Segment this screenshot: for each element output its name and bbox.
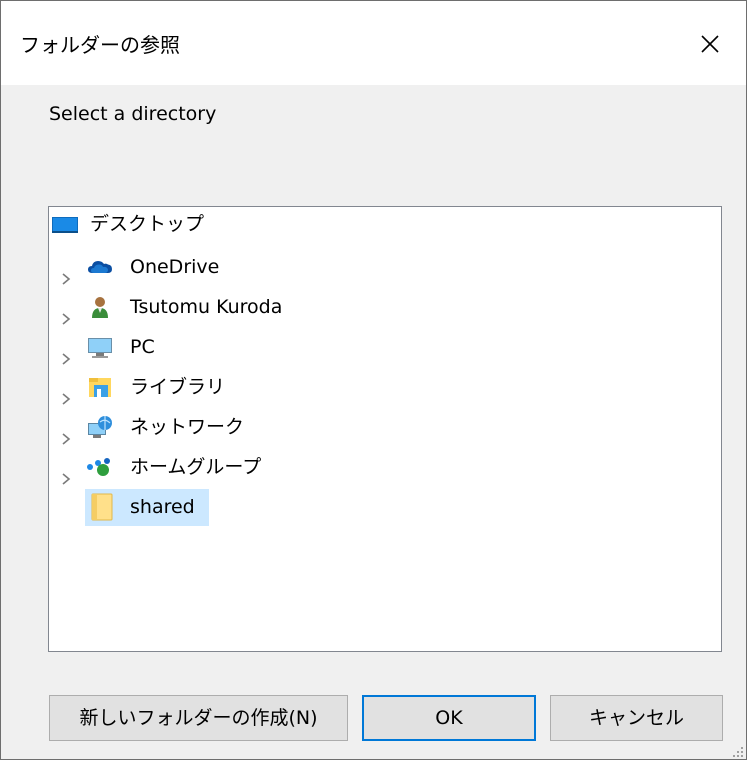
network-icon	[87, 415, 112, 439]
tree-item-label: Tsutomu Kuroda	[130, 296, 283, 318]
expand-chevron-icon[interactable]	[61, 342, 71, 365]
cancel-button[interactable]: キャンセル	[550, 695, 723, 741]
library-icon	[88, 375, 112, 399]
folder-browse-dialog: フォルダーの参照 Select a directory デスクトップ OneDr…	[0, 0, 747, 760]
expand-chevron-icon[interactable]	[61, 422, 71, 445]
tree-item-label: OneDrive	[130, 256, 220, 278]
homegroup-icon	[86, 455, 110, 479]
folder-icon	[91, 493, 113, 521]
dialog-description: Select a directory	[49, 103, 217, 125]
tree-item-homegroup[interactable]: ホームグループ	[49, 450, 289, 485]
computer-icon	[87, 335, 112, 359]
tree-item-desktop[interactable]: デスクトップ	[50, 207, 250, 241]
tree-item-label: shared	[130, 496, 195, 518]
tree-item-label: ホームグループ	[130, 456, 262, 478]
tree-item-pc[interactable]: PC	[49, 330, 189, 365]
ok-button[interactable]: OK	[362, 695, 536, 741]
close-icon	[701, 35, 719, 53]
close-button[interactable]	[676, 1, 746, 85]
tree-item-label: ネットワーク	[130, 416, 245, 438]
tree-item-label: デスクトップ	[90, 213, 205, 235]
tree-item-network[interactable]: ネットワーク	[49, 410, 259, 445]
tree-item-onedrive[interactable]: OneDrive	[49, 250, 269, 285]
expand-chevron-icon[interactable]	[61, 302, 71, 325]
title-bar: フォルダーの参照	[1, 1, 746, 85]
resize-grip-icon[interactable]	[730, 743, 744, 757]
user-icon	[89, 295, 113, 319]
tree-item-label: ライブラリ	[130, 376, 226, 398]
tree-item-shared[interactable]: shared	[85, 489, 209, 526]
expand-chevron-icon[interactable]	[61, 262, 71, 285]
tree-item-user[interactable]: Tsutomu Kuroda	[49, 290, 329, 325]
folder-tree[interactable]: デスクトップ OneDrive Tsutomu Kuroda PC ライブラリ …	[48, 206, 722, 652]
desktop-icon	[52, 212, 78, 236]
new-folder-button[interactable]: 新しいフォルダーの作成(N)	[49, 695, 348, 741]
tree-item-label: PC	[130, 336, 155, 358]
expand-chevron-icon[interactable]	[61, 382, 71, 405]
expand-chevron-icon[interactable]	[61, 462, 71, 485]
onedrive-cloud-icon	[87, 255, 112, 279]
tree-item-library[interactable]: ライブラリ	[49, 370, 249, 405]
window-title: フォルダーの参照	[20, 33, 180, 57]
